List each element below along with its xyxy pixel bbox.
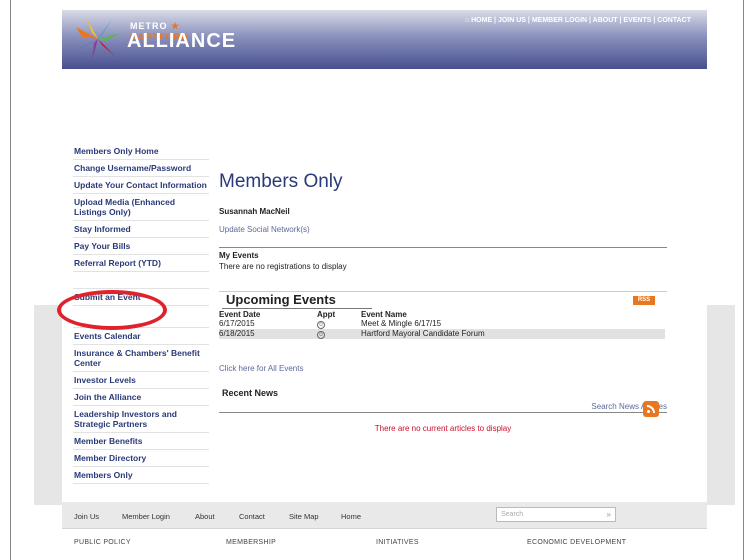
logo[interactable]: METRO ★ HARTFORD ALLIANCE <box>72 13 235 65</box>
event-name-link[interactable]: Hartford Mayoral Candidate Forum <box>361 329 665 339</box>
main-content: Members Only Susannah MacNeil Update Soc… <box>219 165 667 433</box>
highlight-circle <box>57 290 167 330</box>
search-news-link[interactable]: Search News Articles <box>219 402 667 411</box>
table-row: 6/18/2015 ☺ Hartford Mayoral Candidate F… <box>219 329 665 339</box>
sidebar-item-join-alliance[interactable]: Join the Alliance <box>73 389 209 406</box>
footer-category-public-policy[interactable]: PUBLIC POLICY <box>74 539 131 546</box>
event-name-link[interactable]: Meet & Mingle 6/17/15 <box>361 319 665 329</box>
sidebar-item-referral-report[interactable]: Referral Report (YTD) <box>73 255 209 272</box>
sidebar-item-upload-media[interactable]: Upload Media (Enhanced Listings Only) <box>73 194 209 221</box>
footer-link-contact[interactable]: Contact <box>239 512 265 521</box>
col-appt: Appt <box>317 310 336 319</box>
sidebar-item-pay-bills[interactable]: Pay Your Bills <box>73 238 209 255</box>
sidebar-item-member-benefits[interactable]: Member Benefits <box>73 433 209 450</box>
event-date: 6/18/2015 <box>219 329 317 339</box>
sidebar-item-investor-levels[interactable]: Investor Levels <box>73 372 209 389</box>
sidebar-item-leadership-investors[interactable]: Leadership Investors and Strategic Partn… <box>73 406 209 433</box>
logo-starburst-icon <box>76 17 120 61</box>
recent-news-label: Recent News <box>222 388 279 398</box>
divider <box>219 412 667 413</box>
all-events-link[interactable]: Click here for All Events <box>219 364 667 373</box>
topnav-events[interactable]: EVENTS <box>623 17 651 24</box>
search-placeholder: Search <box>501 511 524 518</box>
footer-link-home[interactable]: Home <box>341 512 361 521</box>
event-date: 6/17/2015 <box>219 319 255 328</box>
topnav-home[interactable]: HOME <box>471 17 492 24</box>
table-row: 6/17/2015 ☺ Meet & Mingle 6/17/15 <box>219 319 665 329</box>
sidebar-item-hidden-1[interactable] <box>73 272 209 289</box>
sidebar-item-insurance[interactable]: Insurance & Chambers' Benefit Center <box>73 345 209 372</box>
search-go-icon[interactable]: » <box>607 510 611 519</box>
footer-category-economic-development[interactable]: ECONOMIC DEVELOPMENT <box>527 539 626 546</box>
col-event-name: Event Name <box>361 310 407 319</box>
no-articles-message: There are no current articles to display <box>374 424 512 433</box>
sidebar-item-members-only[interactable]: Members Only <box>73 467 209 484</box>
topnav-about[interactable]: ABOUT <box>593 17 618 24</box>
rss-button[interactable]: RSS <box>633 296 655 305</box>
col-event-date: Event Date <box>219 310 261 319</box>
footer-category-initiatives[interactable]: INITIATIVES <box>376 539 419 546</box>
footer-link-about[interactable]: About <box>195 512 215 521</box>
topnav-join[interactable]: JOIN US <box>498 17 526 24</box>
sidebar-item-stay-informed[interactable]: Stay Informed <box>73 221 209 238</box>
sidebar-item-update-contact[interactable]: Update Your Contact Information <box>73 177 209 194</box>
page-title: Members Only <box>219 171 343 192</box>
footer-link-site-map[interactable]: Site Map <box>289 512 319 521</box>
topnav-contact[interactable]: CONTACT <box>657 17 691 24</box>
footer-category-membership[interactable]: MEMBERSHIP <box>226 539 276 546</box>
sidebar-item-change-username[interactable]: Change Username/Password <box>73 160 209 177</box>
update-social-link[interactable]: Update Social Network(s) <box>219 225 667 234</box>
footer-nav-bar: Join Us Member Login About Contact Site … <box>62 502 707 528</box>
appointment-icon[interactable]: ☺ <box>317 331 325 339</box>
site-header: METRO ★ HARTFORD ALLIANCE ⌂ HOME | JOIN … <box>62 10 707 69</box>
user-name: Susannah MacNeil <box>219 207 290 216</box>
top-nav: ⌂ HOME | JOIN US | MEMBER LOGIN | ABOUT … <box>464 17 691 24</box>
sidebar-item-member-directory[interactable]: Member Directory <box>73 450 209 467</box>
my-events-empty: There are no registrations to display <box>219 262 347 271</box>
my-events-label: My Events <box>219 251 259 260</box>
topnav-member-login[interactable]: MEMBER LOGIN <box>532 17 587 24</box>
divider <box>222 308 372 309</box>
my-events-section: My Events There are no registrations to … <box>219 247 667 271</box>
sidebar-item-members-only-home[interactable]: Members Only Home <box>73 143 209 160</box>
rss-feed-icon[interactable] <box>643 401 659 417</box>
footer-link-member-login[interactable]: Member Login <box>122 512 170 521</box>
upcoming-events-title: Upcoming Events <box>226 292 336 307</box>
right-gutter <box>707 305 735 505</box>
left-gutter <box>34 305 62 505</box>
logo-alliance: ALLIANCE <box>127 30 237 52</box>
search-input[interactable]: Search » <box>496 507 616 522</box>
appointment-icon[interactable]: ☺ <box>317 321 325 329</box>
upcoming-events-header: Upcoming Events RSS <box>219 291 667 309</box>
home-icon: ⌂ <box>464 17 470 24</box>
sidebar-item-events-calendar[interactable]: Events Calendar <box>73 328 209 345</box>
events-table: Event Date Appt Event Name 6/17/2015 ☺ M… <box>219 311 665 339</box>
footer-categories: PUBLIC POLICY MEMBERSHIP INITIATIVES ECO… <box>62 528 707 560</box>
footer-link-join[interactable]: Join Us <box>74 512 99 521</box>
